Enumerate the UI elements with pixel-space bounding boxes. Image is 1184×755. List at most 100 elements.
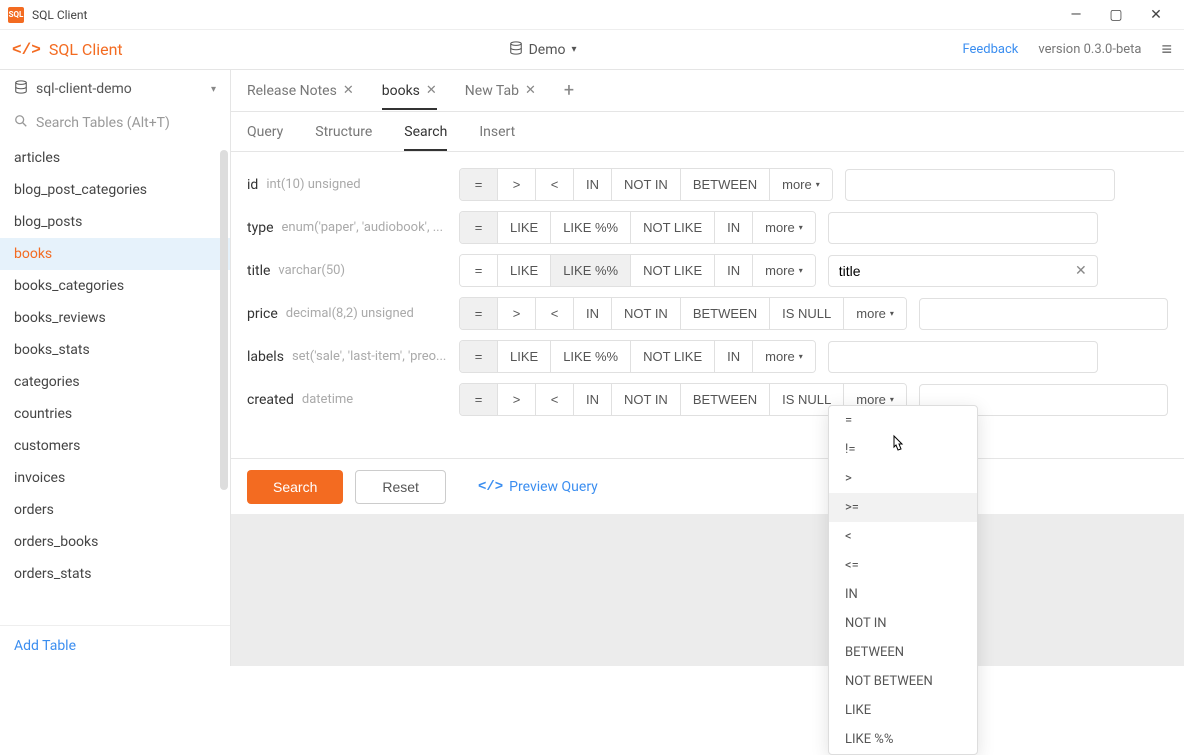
dropdown-item[interactable]: LIKE: [829, 696, 977, 725]
operator-button[interactable]: =: [460, 298, 498, 329]
sidebar-scrollbar[interactable]: [220, 150, 228, 490]
operator-button[interactable]: BETWEEN: [681, 298, 770, 329]
operator-button[interactable]: NOT LIKE: [631, 255, 715, 286]
more-operators-button[interactable]: more▾: [770, 169, 832, 200]
operator-button[interactable]: IN: [715, 341, 753, 372]
operator-button[interactable]: IS NULL: [770, 298, 844, 329]
operator-button[interactable]: =: [460, 212, 498, 243]
operator-button[interactable]: NOT LIKE: [631, 212, 715, 243]
reset-button[interactable]: Reset: [355, 470, 446, 504]
table-item-orders_stats[interactable]: orders_stats: [0, 558, 230, 590]
operator-button[interactable]: >: [498, 384, 536, 415]
table-item-blog_posts[interactable]: blog_posts: [0, 206, 230, 238]
operator-button[interactable]: NOT IN: [612, 169, 681, 200]
chevron-down-icon: ▾: [211, 84, 216, 95]
tab-new-tab[interactable]: New Tab✕: [465, 73, 536, 109]
table-item-books_stats[interactable]: books_stats: [0, 334, 230, 366]
operator-button[interactable]: NOT IN: [612, 298, 681, 329]
view-subtabs: Query Structure Search Insert: [231, 112, 1184, 152]
close-icon[interactable]: ✕: [525, 83, 536, 98]
feedback-link[interactable]: Feedback: [962, 42, 1018, 57]
subtab-search[interactable]: Search: [404, 114, 447, 150]
value-input[interactable]: [839, 349, 1087, 365]
value-input[interactable]: [856, 177, 1104, 193]
dropdown-item[interactable]: <=: [829, 551, 977, 580]
operator-button[interactable]: =: [460, 384, 498, 415]
operator-button[interactable]: BETWEEN: [681, 169, 770, 200]
operator-button[interactable]: <: [536, 298, 574, 329]
subtab-structure[interactable]: Structure: [315, 114, 372, 150]
dropdown-item[interactable]: IN: [829, 580, 977, 609]
operator-button[interactable]: LIKE %%: [551, 212, 631, 243]
dropdown-item[interactable]: NOT IN: [829, 609, 977, 638]
operator-button[interactable]: NOT IN: [612, 384, 681, 415]
database-selector[interactable]: Demo ▾: [509, 41, 577, 59]
tab-books[interactable]: books✕: [382, 73, 437, 109]
table-item-orders_books[interactable]: orders_books: [0, 526, 230, 558]
operator-button[interactable]: BETWEEN: [681, 384, 770, 415]
operator-button[interactable]: LIKE: [498, 341, 551, 372]
operator-button[interactable]: =: [460, 255, 498, 286]
hamburger-menu-button[interactable]: ≡: [1161, 39, 1172, 60]
more-operators-button[interactable]: more▾: [844, 298, 906, 329]
operator-button[interactable]: IN: [715, 255, 753, 286]
operator-button[interactable]: =: [460, 169, 498, 200]
dropdown-item[interactable]: !=: [829, 435, 977, 464]
operator-button[interactable]: LIKE %%: [551, 255, 631, 286]
value-input[interactable]: [839, 263, 1075, 279]
tab-release-notes[interactable]: Release Notes✕: [247, 73, 354, 109]
operator-button[interactable]: >: [498, 298, 536, 329]
window-close-button[interactable]: ✕: [1136, 0, 1176, 30]
operator-button[interactable]: NOT LIKE: [631, 341, 715, 372]
dropdown-item[interactable]: >: [829, 464, 977, 493]
more-operators-button[interactable]: more▾: [753, 341, 815, 372]
table-item-blog_post_categories[interactable]: blog_post_categories: [0, 174, 230, 206]
operator-button[interactable]: LIKE %%: [551, 341, 631, 372]
table-list[interactable]: articlesblog_post_categoriesblog_postsbo…: [0, 142, 230, 625]
operator-button[interactable]: LIKE: [498, 255, 551, 286]
dropdown-item[interactable]: NOT BETWEEN: [829, 667, 977, 696]
more-operators-button[interactable]: more▾: [753, 255, 815, 286]
table-item-books_categories[interactable]: books_categories: [0, 270, 230, 302]
clear-input-icon[interactable]: ✕: [1075, 263, 1087, 279]
search-button[interactable]: Search: [247, 470, 343, 504]
operator-button[interactable]: <: [536, 384, 574, 415]
table-item-books[interactable]: books: [0, 238, 230, 270]
window-minimize-button[interactable]: —: [1056, 0, 1096, 30]
dropdown-item[interactable]: BETWEEN: [829, 638, 977, 667]
subtab-insert[interactable]: Insert: [479, 114, 515, 150]
table-item-books_reviews[interactable]: books_reviews: [0, 302, 230, 334]
table-item-customers[interactable]: customers: [0, 430, 230, 462]
column-type: varchar(50): [278, 263, 345, 278]
subtab-query[interactable]: Query: [247, 114, 283, 150]
sidebar-search[interactable]: Search Tables (Alt+T): [0, 108, 230, 142]
operator-button[interactable]: IN: [574, 384, 612, 415]
sidebar-database-selector[interactable]: sql-client-demo ▾: [0, 70, 230, 108]
value-input[interactable]: [839, 220, 1087, 236]
value-input[interactable]: [930, 306, 1157, 322]
operator-button[interactable]: IN: [715, 212, 753, 243]
dropdown-item[interactable]: =: [829, 406, 977, 435]
table-item-invoices[interactable]: invoices: [0, 462, 230, 494]
table-item-articles[interactable]: articles: [0, 142, 230, 174]
dropdown-item[interactable]: LIKE %%: [829, 725, 977, 754]
operator-button[interactable]: LIKE: [498, 212, 551, 243]
operator-button[interactable]: <: [536, 169, 574, 200]
dropdown-item[interactable]: <: [829, 522, 977, 551]
close-icon[interactable]: ✕: [426, 83, 437, 98]
operator-button[interactable]: =: [460, 341, 498, 372]
dropdown-item[interactable]: >=: [829, 493, 977, 522]
table-item-orders[interactable]: orders: [0, 494, 230, 526]
operator-button[interactable]: >: [498, 169, 536, 200]
more-operators-button[interactable]: more▾: [753, 212, 815, 243]
add-table-button[interactable]: Add Table: [14, 638, 76, 654]
window-maximize-button[interactable]: ▢: [1096, 0, 1136, 30]
operator-dropdown[interactable]: =!=>>=<<=INNOT INBETWEENNOT BETWEENLIKEL…: [828, 405, 978, 755]
table-item-categories[interactable]: categories: [0, 366, 230, 398]
table-item-countries[interactable]: countries: [0, 398, 230, 430]
close-icon[interactable]: ✕: [343, 83, 354, 98]
operator-button[interactable]: IN: [574, 298, 612, 329]
operator-button[interactable]: IN: [574, 169, 612, 200]
preview-query-button[interactable]: </> Preview Query: [478, 479, 598, 495]
add-tab-button[interactable]: +: [564, 80, 574, 101]
